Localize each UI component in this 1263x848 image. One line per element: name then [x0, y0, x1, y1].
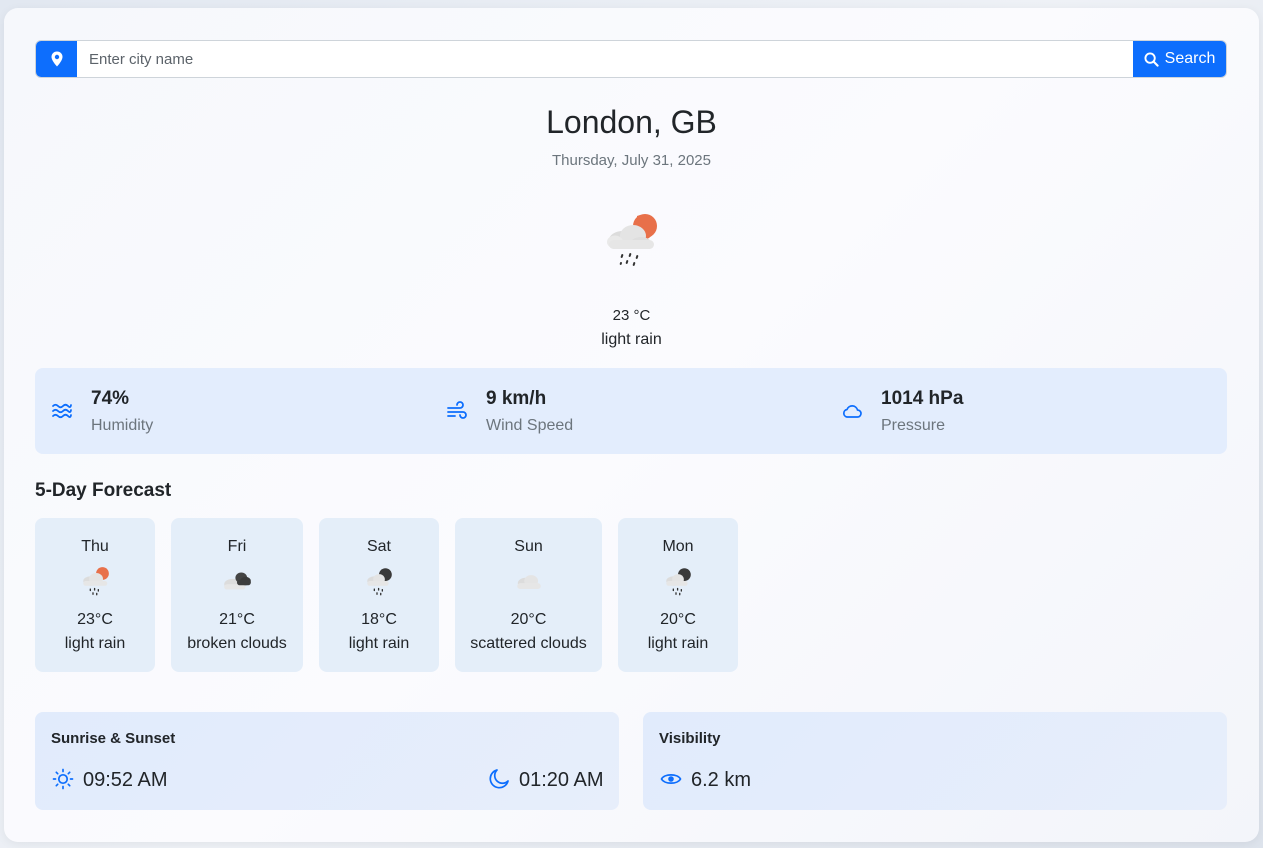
rain-sun-icon [83, 567, 109, 596]
scattered-clouds-icon [516, 575, 541, 589]
search-button-label: Search [1164, 50, 1216, 67]
visibility-value: 6.2 km [691, 769, 752, 791]
forecast-desc: scattered clouds [470, 635, 587, 652]
forecast-desc: light rain [64, 635, 126, 652]
water-waves-icon [52, 403, 72, 419]
forecast-day: Mon [662, 538, 694, 555]
pressure-value: 1014 hPa [881, 388, 964, 409]
rain-night-icon [666, 568, 691, 596]
search-bar: Search [35, 40, 1227, 78]
map-pin-icon[interactable] [36, 41, 77, 77]
pressure-label: Pressure [881, 417, 946, 434]
forecast-temp: 23°C [77, 611, 113, 628]
forecast-desc: light rain [647, 635, 709, 652]
forecast-temp: 18°C [361, 611, 397, 628]
humidity-label: Humidity [91, 417, 154, 434]
current-description: light rain [601, 331, 662, 348]
forecast-day: Fri [227, 538, 247, 555]
eye-icon [660, 774, 682, 784]
moon-icon [489, 769, 509, 789]
current-date: Thursday, July 31, 2025 [552, 152, 711, 169]
forecast-temp: 20°C [510, 611, 547, 628]
rain-night-icon [367, 568, 392, 596]
wind-icon [447, 401, 467, 419]
visibility-title: Visibility [659, 730, 721, 747]
humidity-value: 74% [91, 388, 130, 409]
forecast-card-sun: Sun 20°C scattered clouds [455, 518, 602, 672]
wind-stat: 9 km/h Wind Speed [430, 368, 825, 454]
forecast-card-sat: Sat 18°C light rain [319, 518, 439, 672]
forecast-desc: light rain [348, 635, 410, 652]
visibility-panel: Visibility 6.2 km [643, 712, 1227, 810]
weather-card: Search London, GB Thursday, July 31, 202… [4, 8, 1259, 842]
search-button[interactable]: Search [1133, 41, 1226, 77]
wind-value: 9 km/h [486, 388, 547, 409]
sunrise-time: 09:52 AM [83, 769, 168, 791]
rain-sun-icon [607, 214, 657, 266]
humidity-stat: 74% Humidity [35, 368, 430, 454]
forecast-card-mon: Mon 20°C light rain [618, 518, 738, 672]
forecast-card-fri: Fri 21°C broken clouds [171, 518, 303, 672]
sun-icon [52, 768, 74, 790]
forecast-card-thu: Thu 23°C light rain [35, 518, 155, 672]
forecast-day: Thu [81, 538, 109, 555]
cloud-icon [843, 405, 862, 418]
sunrise-sunset-title: Sunrise & Sunset [51, 730, 176, 747]
forecast-day: Sat [366, 538, 391, 555]
pressure-stat: 1014 hPa Pressure [825, 368, 1225, 454]
sunrise-sunset-panel: Sunrise & Sunset 09:52 AM 01:20 AM [35, 712, 619, 810]
wind-label: Wind Speed [486, 417, 574, 434]
forecast-day: Sun [514, 538, 543, 555]
forecast-title: 5-Day Forecast [35, 480, 172, 501]
forecast-temp: 21°C [219, 611, 255, 628]
sunset-time: 01:20 AM [519, 769, 604, 791]
search-icon [1144, 51, 1159, 67]
broken-clouds-icon [224, 572, 251, 590]
current-temperature: 23 °C [612, 307, 651, 324]
forecast-desc: broken clouds [187, 635, 287, 652]
weather-stats-panel: 74% Humidity 9 km/h Wind Speed 1014 hPa … [35, 368, 1227, 454]
forecast-temp: 20°C [660, 611, 696, 628]
city-search-input[interactable] [77, 41, 1133, 77]
city-name: London, GB [546, 104, 717, 140]
